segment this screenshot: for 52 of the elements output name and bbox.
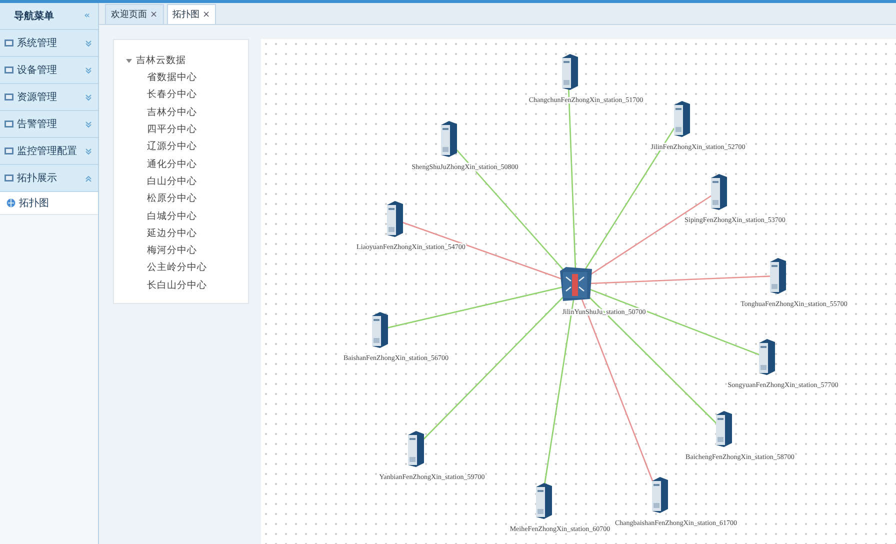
- menu-group[interactable]: 监控管理配置: [0, 138, 98, 165]
- menu-group[interactable]: 设备管理: [0, 57, 98, 84]
- close-icon[interactable]: ×: [150, 10, 158, 20]
- tab[interactable]: 拓扑图 ×: [166, 4, 216, 24]
- tree-node[interactable]: 公主岭分中心: [126, 259, 248, 277]
- chevron-down-icon: [85, 94, 92, 100]
- server-icon: [536, 483, 552, 519]
- tree-node[interactable]: 通化分中心: [126, 155, 248, 173]
- tree-node[interactable]: 松原分中心: [126, 190, 248, 208]
- menu-group[interactable]: 告警管理: [0, 111, 98, 138]
- tree-node[interactable]: 吉林云数据: [126, 52, 248, 69]
- chevron-up-icon: [85, 174, 92, 182]
- network-switch-icon: [560, 267, 592, 301]
- server-icon: [711, 174, 727, 210]
- tree-node[interactable]: 白城分中心: [126, 207, 248, 225]
- server-icon: [408, 431, 424, 467]
- folder-icon: [4, 92, 14, 102]
- server-icon: [372, 312, 388, 348]
- folder-icon: [4, 173, 14, 183]
- folder-icon: [4, 38, 14, 48]
- folder-icon: [4, 146, 14, 156]
- tree-node[interactable]: 延边分中心: [126, 224, 248, 242]
- close-icon[interactable]: ×: [202, 10, 210, 20]
- server-icon: [652, 477, 668, 513]
- folder-icon: [4, 119, 14, 129]
- menu-item[interactable]: 拓扑图: [0, 192, 98, 215]
- server-icon: [441, 121, 457, 157]
- server-icon: [759, 339, 775, 375]
- sidebar-title: 导航菜单: [14, 9, 54, 23]
- server-icon: [770, 258, 786, 294]
- server-icon: [562, 54, 578, 90]
- chevron-down-icon: [85, 40, 92, 46]
- menu-group[interactable]: 系统管理: [0, 30, 98, 57]
- tree-node[interactable]: 吉林分中心: [126, 104, 248, 121]
- menu-group[interactable]: 资源管理: [0, 84, 98, 111]
- tree-node[interactable]: 四平分中心: [126, 120, 248, 138]
- tree-node[interactable]: 辽源分中心: [126, 138, 248, 156]
- chevron-down-icon: [85, 120, 92, 128]
- tree-node[interactable]: 白山分中心: [126, 172, 248, 190]
- tree-node[interactable]: 长春分中心: [126, 86, 248, 104]
- server-icon: [716, 411, 732, 447]
- tree-node[interactable]: 梅河分中心: [126, 242, 248, 260]
- menu-group[interactable]: 拓扑展示: [0, 165, 98, 192]
- tree-node[interactable]: 省数据中心: [126, 69, 248, 86]
- chevron-down-icon: [85, 66, 92, 74]
- chevron-down-icon: [85, 148, 92, 154]
- tree-node[interactable]: 长白山分中心: [126, 276, 248, 294]
- folder-icon: [4, 65, 14, 75]
- server-icon: [387, 201, 403, 237]
- tab[interactable]: 欢迎页面 ×: [105, 4, 164, 24]
- expand-icon[interactable]: [126, 58, 132, 64]
- server-icon: [674, 101, 690, 137]
